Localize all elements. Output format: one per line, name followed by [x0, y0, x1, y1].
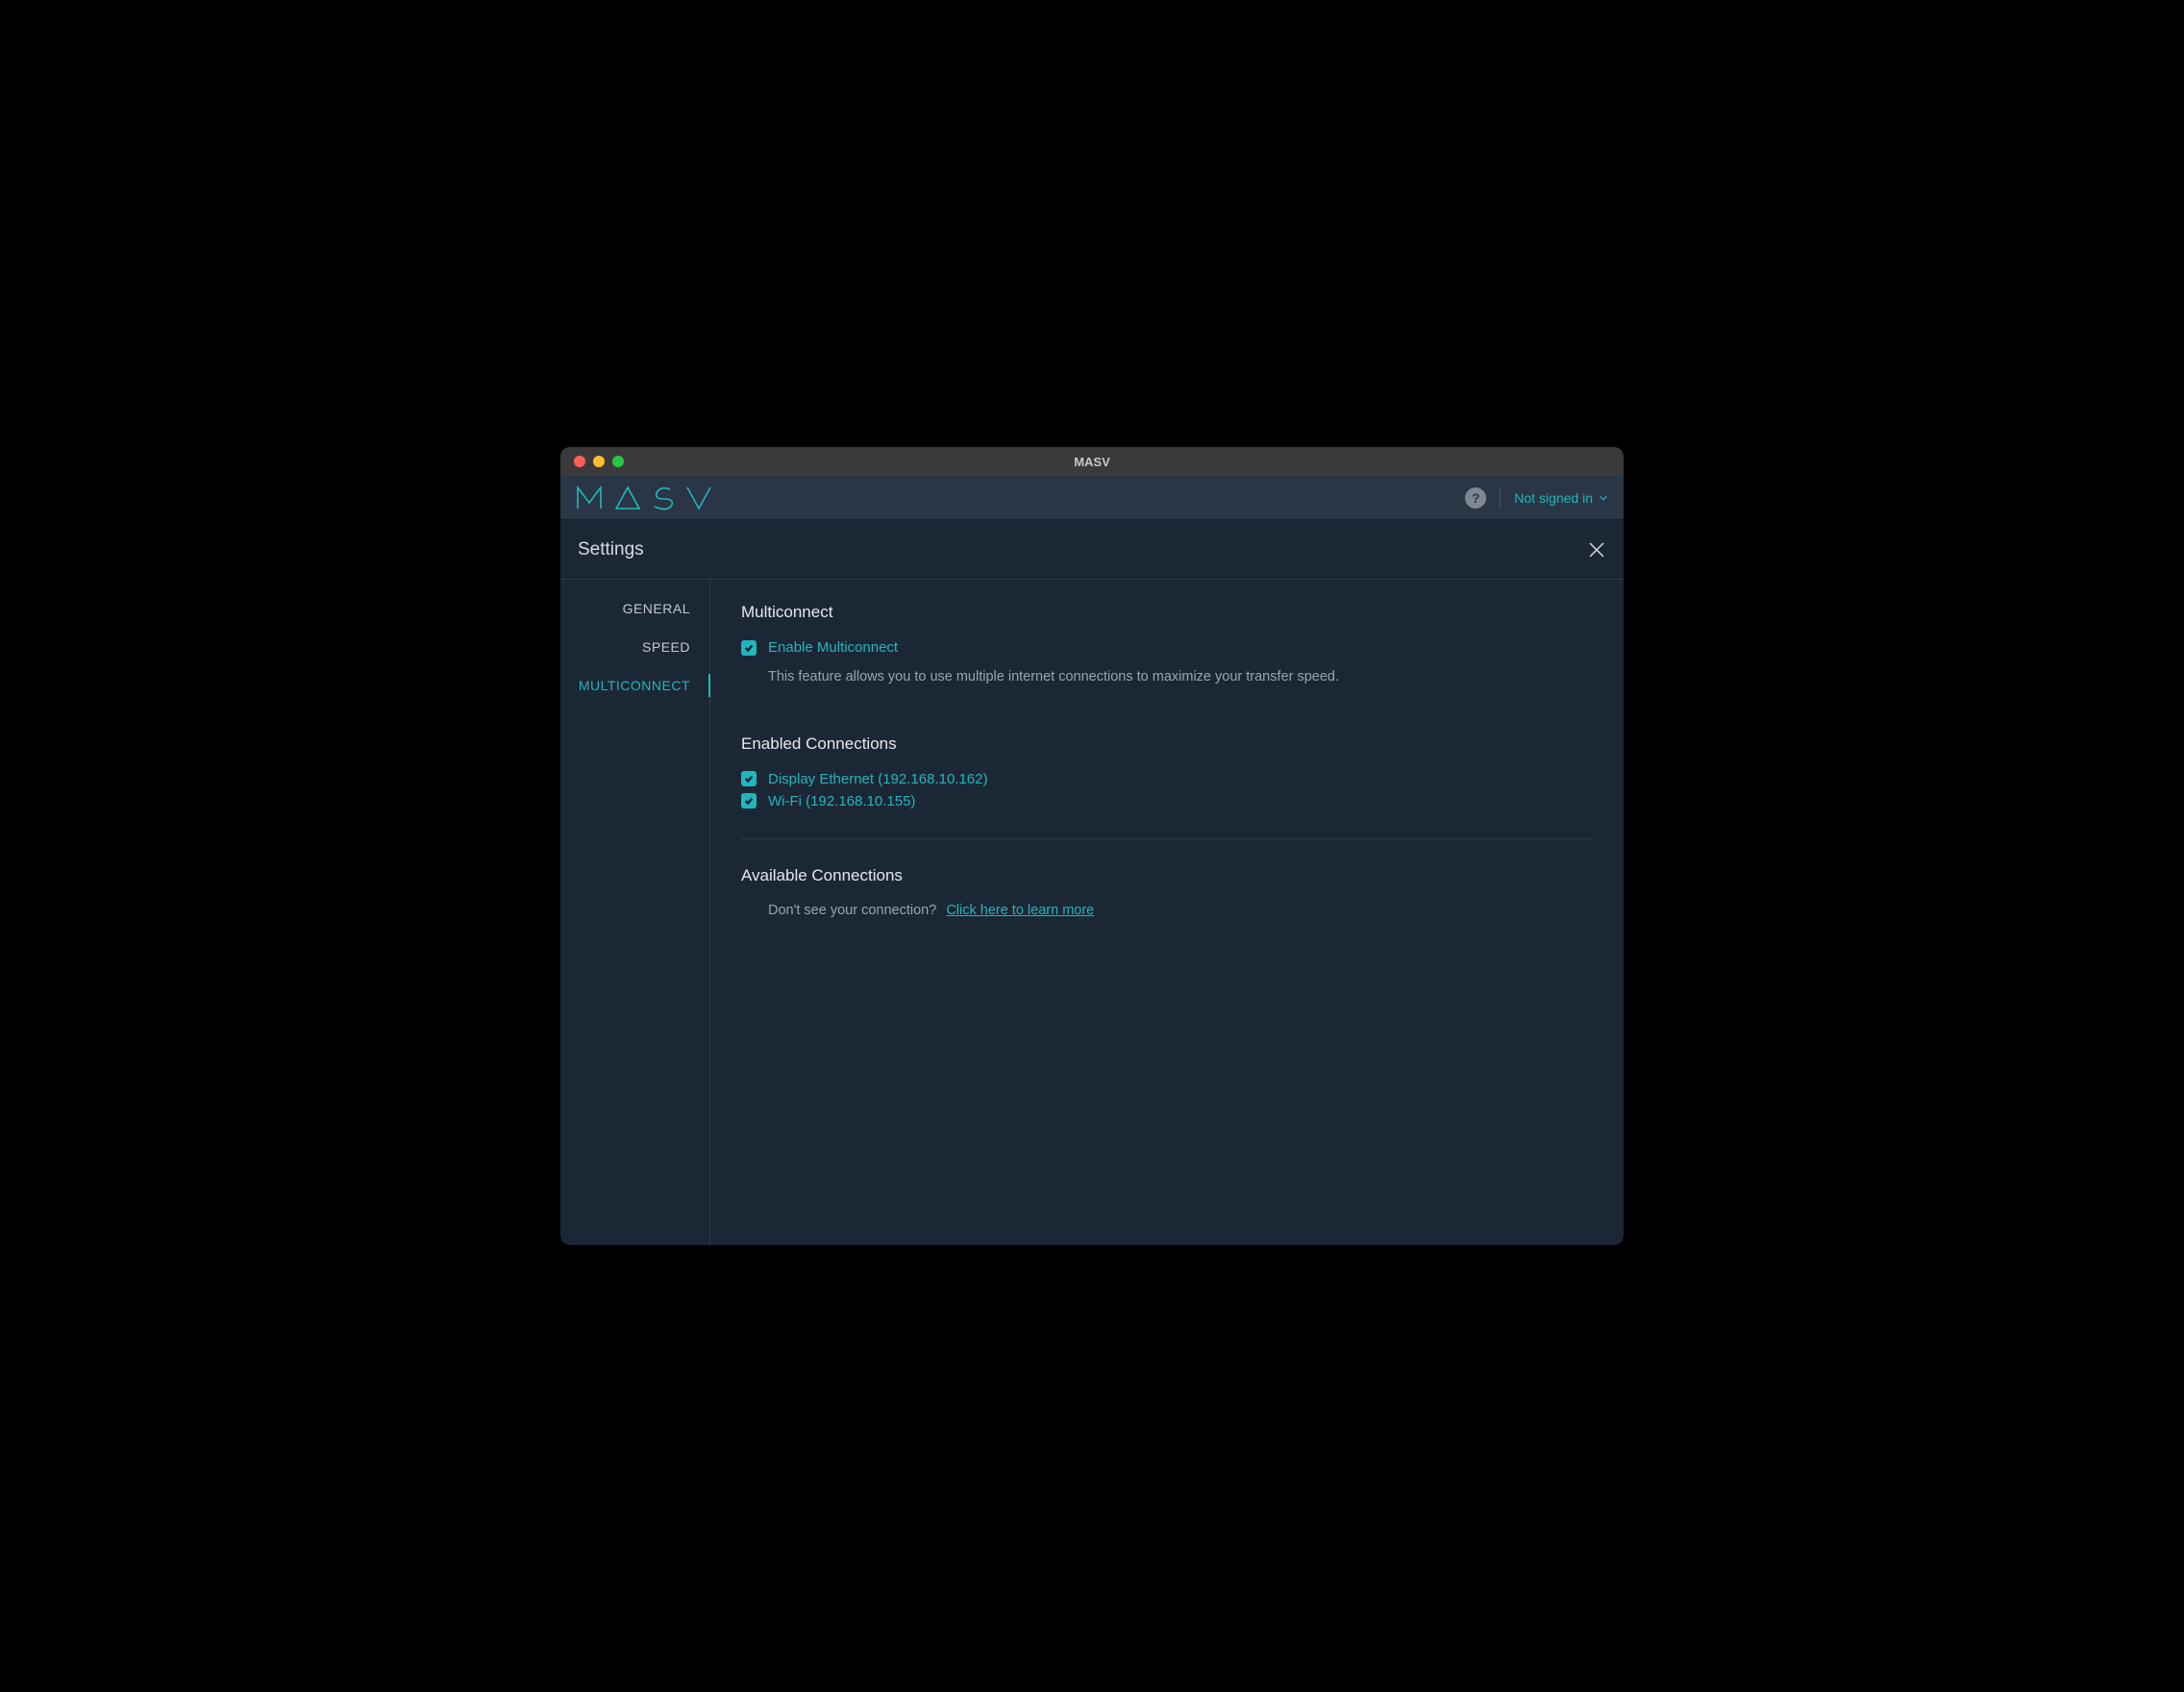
checkbox-checked-icon	[741, 771, 757, 786]
help-icon[interactable]: ?	[1465, 487, 1486, 509]
connection-label: Wi-Fi (192.168.10.155)	[768, 793, 915, 809]
app-window: MASV ? Not signed in S	[560, 447, 1624, 1245]
sidebar-item-label: SPEED	[642, 639, 690, 655]
multiconnect-description: This feature allows you to use multiple …	[768, 667, 1593, 688]
divider	[741, 838, 1593, 839]
checkbox-checked-icon	[741, 793, 757, 809]
sidebar-item-label: GENERAL	[623, 601, 690, 616]
checkbox-checked-icon	[741, 640, 757, 656]
divider	[1500, 488, 1501, 508]
section-heading-enabled-connections: Enabled Connections	[741, 734, 1593, 754]
available-connections-prompt: Don't see your connection? Click here to…	[768, 903, 1593, 918]
topbar-right: ? Not signed in	[1465, 487, 1608, 509]
prompt-text: Don't see your connection?	[768, 903, 936, 918]
section-heading-available-connections: Available Connections	[741, 866, 1593, 885]
enable-multiconnect-toggle[interactable]: Enable Multiconnect	[741, 639, 1593, 656]
titlebar: MASV	[560, 447, 1624, 476]
window-minimize-button[interactable]	[593, 456, 605, 467]
enable-multiconnect-label: Enable Multiconnect	[768, 639, 898, 656]
signin-dropdown[interactable]: Not signed in	[1514, 490, 1608, 506]
masv-logo-icon	[576, 485, 730, 510]
sidebar-item-multiconnect[interactable]: MULTICONNECT	[560, 666, 709, 705]
sidebar-item-general[interactable]: GENERAL	[560, 589, 709, 628]
sidebar: GENERAL SPEED MULTICONNECT	[560, 580, 710, 1245]
window-close-button[interactable]	[574, 456, 585, 467]
signin-label: Not signed in	[1514, 490, 1593, 506]
learn-more-link[interactable]: Click here to learn more	[946, 903, 1094, 918]
connection-label: Display Ethernet (192.168.10.162)	[768, 771, 987, 787]
traffic-lights	[574, 456, 624, 467]
app-logo	[576, 485, 730, 510]
topbar: ? Not signed in	[560, 476, 1624, 520]
connection-toggle[interactable]: Display Ethernet (192.168.10.162)	[741, 771, 1593, 787]
section-heading-multiconnect: Multiconnect	[741, 603, 1593, 622]
connection-toggle[interactable]: Wi-Fi (192.168.10.155)	[741, 793, 1593, 809]
close-icon[interactable]	[1587, 540, 1606, 560]
sidebar-item-label: MULTICONNECT	[579, 678, 690, 693]
page-title: Settings	[578, 539, 644, 560]
sidebar-item-speed[interactable]: SPEED	[560, 628, 709, 666]
chevron-down-icon	[1599, 493, 1608, 503]
window-title: MASV	[1074, 455, 1110, 469]
settings-body: GENERAL SPEED MULTICONNECT Multiconnect …	[560, 580, 1624, 1245]
content-pane: Multiconnect Enable Multiconnect This fe…	[710, 580, 1624, 1245]
window-maximize-button[interactable]	[612, 456, 624, 467]
subheader: Settings	[560, 520, 1624, 580]
